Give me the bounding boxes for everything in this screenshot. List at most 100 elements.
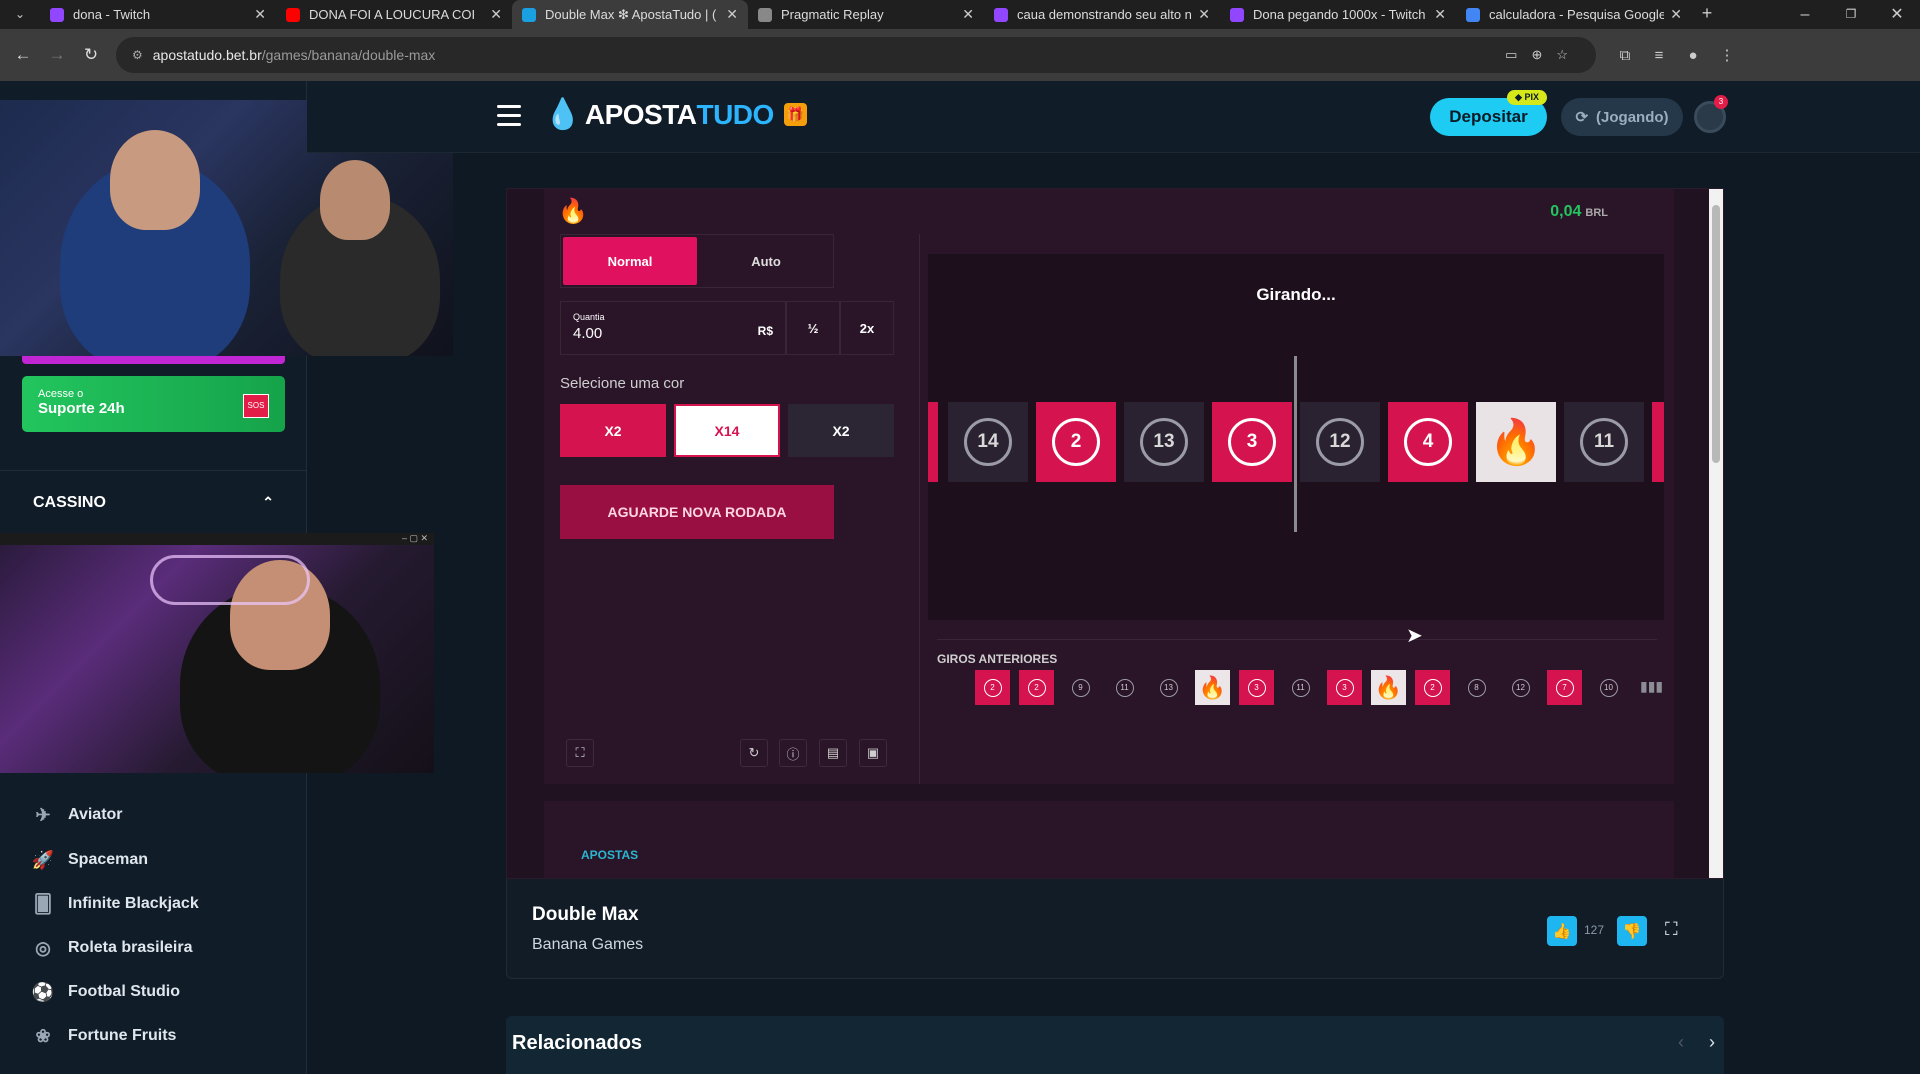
game-info-bar: Double Max Banana Games 👍 127 👎 ⛶ bbox=[506, 879, 1724, 979]
restore-icon[interactable]: ❐ bbox=[1828, 0, 1874, 29]
tab-close-icon[interactable]: ✕ bbox=[1434, 6, 1446, 23]
close-window-icon[interactable]: ✕ bbox=[1874, 0, 1920, 29]
wheel-tile: 13 bbox=[1124, 402, 1204, 482]
browser-tab-bar: ⌄ dona - Twitch ✕ DONA FOI A LOUCURA COI ✕ D… bbox=[0, 0, 1920, 29]
next-arrow-icon[interactable]: › bbox=[1709, 1032, 1715, 1053]
support-button[interactable]: Acesse o Suporte 24h SOS bbox=[22, 376, 285, 432]
sidebar-game-item[interactable]: ✈ Aviator bbox=[30, 800, 123, 830]
sidebar-game-item[interactable]: 🂠 Infinite Blackjack bbox=[30, 889, 199, 919]
site-logo[interactable]: 💧 APOSTA TUDO 🎁 bbox=[544, 97, 807, 132]
tab-close-icon[interactable]: ✕ bbox=[254, 6, 266, 23]
playing-status-button[interactable]: ⟳ (Jogando) bbox=[1561, 98, 1683, 136]
tab-normal[interactable]: Normal bbox=[563, 237, 697, 285]
browser-tab[interactable]: caua demonstrando seu alto ni ✕ bbox=[984, 0, 1220, 29]
amount-input[interactable]: Quantia 4.00 R$ bbox=[560, 301, 786, 355]
back-icon[interactable]: ← bbox=[6, 45, 40, 65]
tab-close-icon[interactable]: ✕ bbox=[1198, 6, 1210, 23]
info-icon[interactable]: ⓘ bbox=[779, 739, 807, 767]
prev-arrow-icon[interactable]: ‹ bbox=[1678, 1032, 1684, 1053]
menu-icon[interactable]: ⋮ bbox=[1710, 46, 1744, 64]
balance-currency: BRL bbox=[1585, 207, 1608, 219]
dislike-icon[interactable]: 👎 bbox=[1617, 916, 1647, 946]
sidebar-game-label: Fortune Fruits bbox=[68, 1027, 177, 1044]
history-chip: 13 bbox=[1151, 670, 1186, 705]
tab-title: dona - Twitch bbox=[73, 7, 151, 22]
browser-tab[interactable]: Double Max ❇ ApostaTudo | (✕ bbox=[512, 0, 748, 29]
game-area: 🔥 0,04 BRL Normal Auto Quantia 4.00 R$ ½ … bbox=[544, 189, 1674, 784]
reload-icon[interactable]: ↻ bbox=[74, 45, 108, 65]
site-info-icon[interactable]: ⚙ bbox=[132, 48, 143, 62]
blaze-logo-icon: 🔥 bbox=[1198, 674, 1227, 700]
menu-toggle-icon[interactable] bbox=[497, 105, 521, 127]
history-stats-icon[interactable]: ▮▮▮ bbox=[1640, 678, 1663, 695]
wait-round-button[interactable]: AGUARDE NOVA RODADA bbox=[560, 485, 834, 539]
history-chip: 🔥 bbox=[1371, 670, 1406, 705]
rules-icon[interactable]: ▣ bbox=[859, 739, 887, 767]
history-chip-number: 9 bbox=[1071, 678, 1090, 697]
like-icon[interactable]: 👍 bbox=[1547, 916, 1577, 946]
playing-status-label: (Jogando) bbox=[1596, 108, 1669, 126]
address-bar[interactable]: ⚙ apostatudo.bet.br/games/banana/double-… bbox=[116, 37, 1596, 73]
minimize-icon[interactable]: – bbox=[1782, 0, 1828, 29]
balance-display: 0,04 BRL bbox=[1550, 203, 1608, 221]
tab-title: Dona pegando 1000x - Twitch bbox=[1253, 7, 1426, 22]
sidebar-game-label: Spaceman bbox=[68, 851, 149, 868]
sidebar-game-item[interactable]: ⚽ Footbal Studio bbox=[30, 977, 180, 1007]
wheel-tile-number: 12 bbox=[1316, 418, 1364, 466]
tab-title: Pragmatic Replay bbox=[781, 7, 884, 22]
profile-icon[interactable]: ● bbox=[1676, 47, 1710, 64]
wheel-area: Girando... 14 2 13 3 12 4 🔥 11 bbox=[928, 254, 1664, 620]
gift-icon[interactable]: 🎁 bbox=[783, 103, 807, 126]
history-chip-number: 3 bbox=[1335, 678, 1354, 697]
half-button[interactable]: ½ bbox=[786, 301, 840, 355]
address-bar-icons[interactable]: ▭⊕☆ bbox=[1505, 47, 1582, 63]
forward-icon[interactable]: → bbox=[40, 45, 74, 65]
sidebar-game-item[interactable]: ◎ Roleta brasileira bbox=[30, 933, 192, 963]
new-tab-icon[interactable]: + bbox=[1692, 0, 1722, 29]
webcam-overlay-bottom bbox=[0, 545, 434, 773]
media-icon[interactable]: ≡ bbox=[1642, 47, 1676, 64]
stats-icon[interactable]: ▤ bbox=[819, 739, 847, 767]
tab-favicon-icon bbox=[1230, 7, 1244, 22]
neon-sign bbox=[150, 555, 310, 605]
browser-tab[interactable]: Pragmatic Replay ✕ bbox=[748, 0, 984, 29]
wheel-tile: 11 bbox=[1564, 402, 1644, 482]
history-chip: 7 bbox=[1547, 670, 1582, 705]
refresh-game-icon[interactable]: ↻ bbox=[740, 739, 768, 767]
browser-tab[interactable]: calculadora - Pesquisa Google ✕ bbox=[1456, 0, 1692, 29]
sidebar-game-item[interactable]: ❀ Fortune Fruits bbox=[30, 1021, 176, 1051]
tab-close-icon[interactable]: ✕ bbox=[490, 6, 502, 23]
tab-close-icon[interactable]: ✕ bbox=[1670, 6, 1682, 23]
extensions-icon[interactable]: ⧉ bbox=[1608, 47, 1642, 64]
support-big-text: Suporte 24h bbox=[38, 400, 125, 417]
tab-favicon-icon bbox=[758, 7, 772, 22]
double-button[interactable]: 2x bbox=[840, 301, 894, 355]
color-red-button[interactable]: X2 bbox=[560, 404, 666, 457]
tab-auto[interactable]: Auto bbox=[699, 235, 833, 287]
sidebar-game-label: Aviator bbox=[68, 806, 123, 823]
color-dark-button[interactable]: X2 bbox=[788, 404, 894, 457]
history-chip-number: 11 bbox=[1291, 678, 1310, 697]
casino-section-header[interactable]: CASSINO ⌃ bbox=[0, 470, 307, 534]
sidebar-game-item[interactable]: 🚀 Spaceman bbox=[30, 845, 148, 875]
tab-close-icon[interactable]: ✕ bbox=[962, 6, 974, 23]
history-chip-number: 2 bbox=[983, 678, 1002, 697]
wheel-tile-number: 14 bbox=[964, 418, 1012, 466]
balance-value: 0,04 bbox=[1550, 203, 1582, 220]
browser-tab[interactable]: DONA FOI A LOUCURA COI ✕ bbox=[276, 0, 512, 29]
browser-tab[interactable]: Dona pegando 1000x - Twitch ✕ bbox=[1220, 0, 1456, 29]
tab-search-icon[interactable]: ⌄ bbox=[0, 0, 40, 29]
game-frame: 🔥 0,04 BRL Normal Auto Quantia 4.00 R$ ½ … bbox=[506, 188, 1724, 879]
tab-close-icon[interactable]: ✕ bbox=[726, 6, 738, 23]
wheel-tile bbox=[928, 402, 938, 482]
mode-tabs: Normal Auto bbox=[560, 234, 834, 288]
fullscreen-icon[interactable]: ⛶ bbox=[566, 739, 594, 767]
expand-icon[interactable]: ⛶ bbox=[1665, 919, 1678, 940]
browser-tab[interactable]: dona - Twitch ✕ bbox=[40, 0, 276, 29]
wheel-tile-number: 4 bbox=[1404, 418, 1452, 466]
color-white-button[interactable]: X14 bbox=[674, 404, 780, 457]
game-scrollbar[interactable] bbox=[1709, 189, 1723, 878]
bet-panel: Normal Auto Quantia 4.00 R$ ½ 2x Selecio… bbox=[560, 234, 894, 770]
bets-section: APOSTAS bbox=[544, 801, 1674, 878]
history-chip: 2 bbox=[1415, 670, 1450, 705]
